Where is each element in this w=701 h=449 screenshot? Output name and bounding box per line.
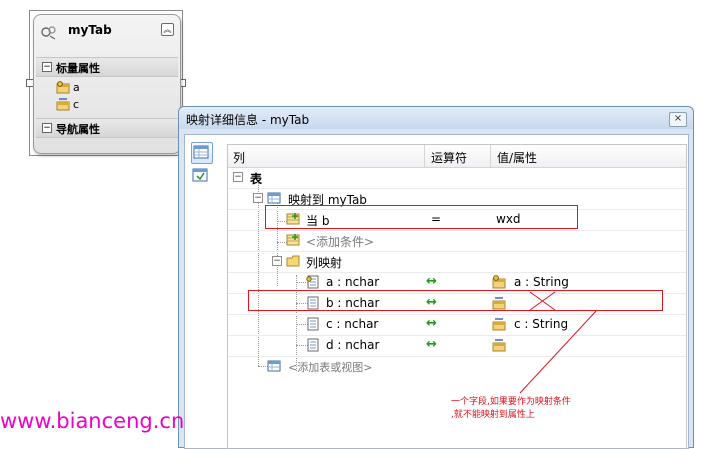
annotation-line-2: ,就不能映射到属性上 bbox=[451, 410, 535, 420]
annotation-note: 一个字段,如果要作为映射条件 ,就不能映射到属性上 bbox=[451, 396, 571, 422]
annotation-line-1: 一个字段,如果要作为映射条件 bbox=[451, 397, 571, 407]
watermark: www.bianceng.cn bbox=[0, 409, 185, 433]
annotation-lines bbox=[519, 291, 598, 394]
